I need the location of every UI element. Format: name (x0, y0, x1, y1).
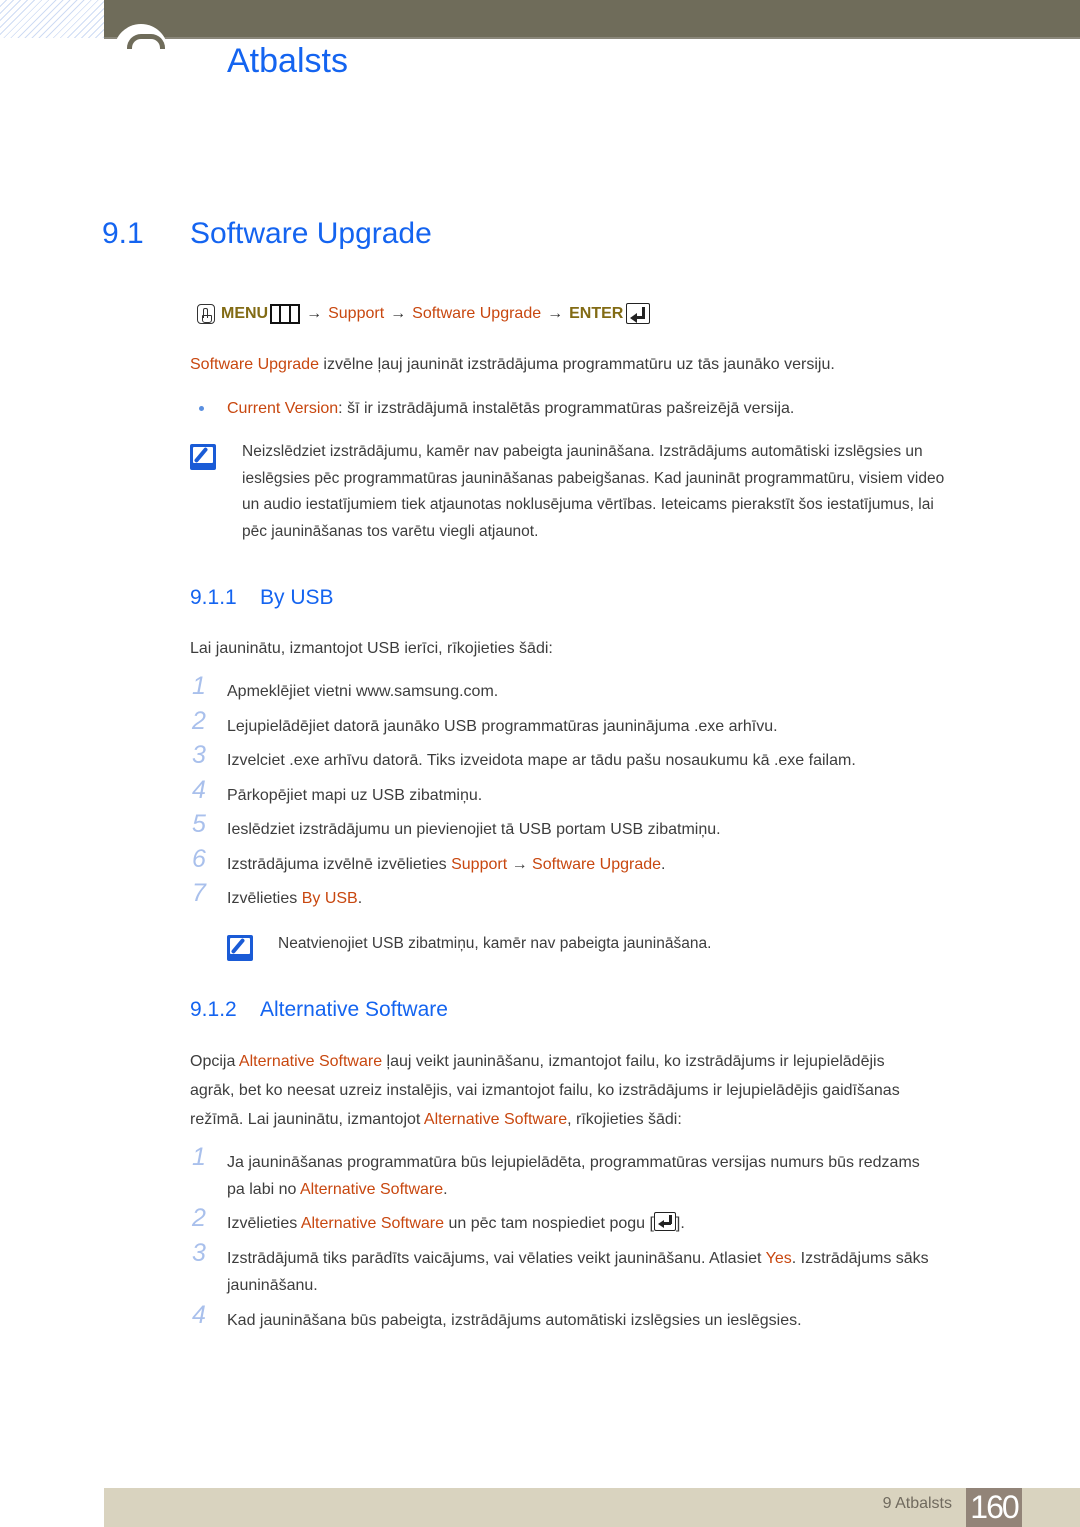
step-text: Apmeklējiet vietni www.samsung.com. (227, 683, 499, 700)
term-software-upgrade: Software Upgrade (190, 356, 319, 373)
arrow: → (306, 304, 323, 322)
step-number: 2 (192, 1204, 206, 1232)
note-line: ieslēgsies pēc programmatūras jaunināšan… (242, 469, 945, 487)
step-text-suffix: . (661, 856, 666, 873)
enter-key-icon (653, 1212, 676, 1231)
subsection-number: 9.1.1 (190, 586, 237, 609)
enter-key-icon (626, 303, 651, 324)
arrow: → (511, 856, 528, 873)
term-software-upgrade: Software Upgrade (532, 856, 662, 873)
chapter-number-badge-icon (114, 24, 168, 78)
subsection-heading-alternative-software: 9.1.2 Alternative Software (190, 998, 448, 1022)
step-text: Izstrādājuma izvēlnē izvēlieties Support… (227, 851, 1007, 878)
step-number: 4 (192, 776, 206, 804)
step-text-prefix: pa labi no (227, 1181, 300, 1198)
intro-line: režīmā. Lai jauninātu, izmantojot Altern… (190, 1105, 900, 1134)
step-text-continued: pa labi no Alternative Software. (227, 1176, 1007, 1203)
intro-line: Opcija Alternative Software ļauj veikt j… (190, 1047, 900, 1076)
term-yes: Yes (765, 1250, 792, 1267)
term-alternative-software: Alternative Software (300, 1215, 444, 1232)
step-text: Ieslēdziet izstrādājumu un pievienojiet … (227, 821, 721, 838)
menu-path-support: Support (328, 304, 385, 322)
alt-software-intro: Opcija Alternative Software ļauj veikt j… (190, 1047, 900, 1134)
by-usb-intro: Lai jauninātu, izmantojot USB ierīci, rī… (190, 640, 553, 657)
step-text-suffix: . (357, 890, 363, 907)
menu-label: MENU (221, 304, 269, 322)
step-text: Kad jaunināšana būs pabeigta, izstrādāju… (227, 1312, 802, 1329)
note-usb: Neatvienojiet USB zibatmiņu, kamēr nav p… (278, 935, 712, 952)
section-heading: 9.1 Software Upgrade (102, 217, 432, 251)
term-alternative-software: Alternative Software (299, 1181, 444, 1198)
step-number: 7 (192, 879, 206, 907)
step-text: Izvelciet .exe arhīvu datorā. Tiks izvei… (227, 752, 856, 769)
step-text-suffix: ]. (675, 1215, 685, 1232)
step-text: Izvēlieties By USB. (227, 885, 1007, 912)
page-number: 160 (966, 1488, 1022, 1527)
subsection-heading-by-usb: 9.1.1 By USB (190, 586, 334, 610)
header-bar (104, 0, 1080, 38)
intro-text: izvēlne ļauj jaunināt izstrādājuma progr… (318, 356, 835, 373)
footer-chapter-label: 9 Atbalsts (882, 1495, 952, 1512)
step-number: 1 (192, 1143, 206, 1171)
step-text: Lejupielādējiet datorā jaunāko USB progr… (227, 718, 778, 735)
menu-path: MENU → Support → Software Upgrade → ENTE… (197, 303, 651, 324)
subsection-number: 9.1.2 (190, 998, 237, 1021)
step-text-suffix: . Izstrādājums sāks (791, 1250, 929, 1267)
step-text-middle: un pēc tam nospiediet pogu [ (444, 1215, 654, 1232)
step-number: 6 (192, 845, 206, 873)
subsection-title: Alternative Software (260, 998, 448, 1021)
enter-label: ENTER (569, 304, 624, 322)
step-text: Izvēlieties Alternative Software un pēc … (227, 1210, 1007, 1237)
bullet-text: : šī ir izstrādājumā instalētās programm… (338, 400, 795, 417)
step-text-prefix: Izvēlieties (227, 890, 302, 907)
term-current-version: Current Version (227, 400, 339, 417)
step-number: 1 (192, 672, 206, 700)
header-hatch-pattern (0, 0, 104, 38)
step-text: Ja jaunināšanas programmatūra būs lejupi… (227, 1154, 920, 1171)
step-number: 5 (192, 810, 206, 838)
note-icon (227, 935, 253, 961)
arrow: → (390, 304, 407, 322)
subsection-title: By USB (260, 586, 334, 609)
note-warning: Neizslēdziet izstrādājumu, kamēr nav pab… (242, 439, 944, 545)
note-icon (190, 444, 216, 470)
section-number: 9.1 (102, 217, 144, 250)
step-text-suffix: . (443, 1181, 448, 1198)
term-by-usb: By USB (301, 890, 358, 907)
note-line: un audio iestatījumiem tiek atjaunotas n… (242, 496, 934, 513)
step-text-continued: jaunināšanu. (227, 1277, 318, 1294)
intro-text: , rīkojieties šādi: (567, 1111, 682, 1128)
step-number: 3 (192, 1239, 206, 1267)
arrow: → (547, 304, 564, 322)
menu-path-software-upgrade: Software Upgrade (412, 304, 542, 322)
bullet-current-version: Current Version: šī ir izstrādājumā inst… (227, 395, 794, 422)
intro-paragraph: Software Upgrade izvēlne ļauj jaunināt i… (190, 351, 835, 378)
header-bar-divider (104, 37, 1080, 39)
section-title: Software Upgrade (190, 217, 432, 250)
chapter-title: Atbalsts (227, 42, 348, 80)
step-number: 2 (192, 707, 206, 735)
remote-hand-icon (197, 303, 215, 324)
step-text: Pārkopējiet mapi uz USB zibatmiņu. (227, 787, 483, 804)
menu-button-icon (270, 303, 301, 324)
note-line: pēc jaunināšanas tos varētu viegli atjau… (242, 522, 539, 540)
intro-text: ļauj veikt jaunināšanu, izmantojot failu… (382, 1053, 885, 1070)
intro-text: režīmā. Lai jauninātu, izmantojot (190, 1111, 424, 1128)
step-text-prefix: Izstrādājuma izvēlnē izvēlieties (227, 856, 452, 873)
step-number: 4 (192, 1301, 206, 1329)
intro-text: Opcija (190, 1053, 239, 1070)
bullet-dot-icon (199, 406, 204, 411)
step-text-prefix: Izstrādājumā tiks parādīts vaicājums, va… (227, 1250, 766, 1267)
term-alternative-software: Alternative Software (423, 1111, 568, 1128)
step-text-prefix: Izvēlieties (227, 1215, 301, 1232)
step-number: 3 (192, 741, 206, 769)
term-alternative-software: Alternative Software (238, 1053, 383, 1070)
intro-line: agrāk, bet ko neesat uzreiz instalējis, … (190, 1082, 900, 1099)
term-support: Support (451, 856, 508, 873)
step-text: Izstrādājumā tiks parādīts vaicājums, va… (227, 1245, 1007, 1272)
note-line: Neizslēdziet izstrādājumu, kamēr nav pab… (242, 443, 923, 460)
